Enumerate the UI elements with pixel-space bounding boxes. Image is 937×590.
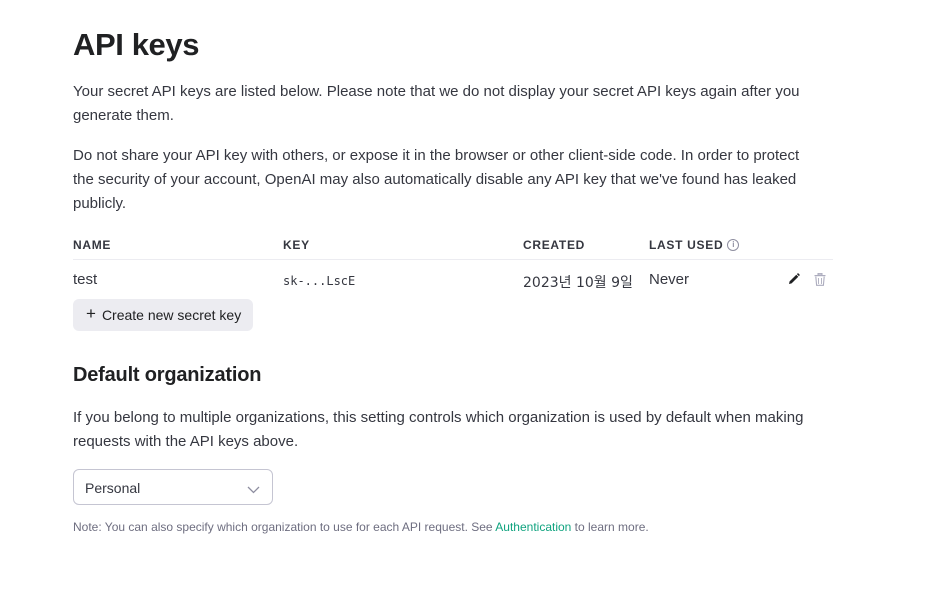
chevron-down-icon [247, 481, 260, 499]
key-created-date: 2023년 10월 9일 [523, 275, 633, 291]
pencil-icon[interactable] [787, 272, 801, 286]
info-icon[interactable]: i [727, 239, 740, 251]
organization-note: Note: You can also specify which organiz… [73, 520, 649, 534]
column-header-last-used: LAST USED i [649, 238, 740, 252]
row-actions [787, 272, 827, 286]
security-paragraph: Do not share your API key with others, o… [73, 147, 800, 212]
table-header: NAME KEY CREATED LAST USED i [73, 232, 833, 260]
create-secret-key-button[interactable]: + Create new secret key [73, 299, 254, 331]
column-header-name: NAME [73, 238, 112, 252]
column-header-key: KEY [283, 238, 310, 252]
key-last-used: Never [649, 271, 690, 288]
plus-icon: + [86, 303, 96, 323]
column-header-created: CREATED [523, 238, 586, 252]
key-value: sk-...LscE [283, 274, 356, 288]
default-organization-title: Default organization [73, 364, 262, 386]
authentication-link[interactable]: Authentication [495, 520, 571, 534]
default-organization-description: If you belong to multiple organizations,… [73, 409, 804, 450]
note-suffix: to learn more. [571, 520, 649, 534]
organization-select[interactable]: Personal [73, 469, 273, 505]
trash-icon[interactable] [813, 272, 827, 286]
intro-paragraph: Your secret API keys are listed below. P… [73, 83, 800, 124]
organization-select-value: Personal [85, 480, 141, 496]
page-title: API keys [73, 27, 200, 62]
note-prefix: Note: You can also specify which organiz… [73, 520, 496, 534]
api-keys-table: NAME KEY CREATED LAST USED i test sk-...… [73, 232, 833, 300]
create-secret-key-label: Create new secret key [101, 307, 242, 323]
column-header-last-used-label: LAST USED [649, 238, 724, 252]
key-name: test [73, 271, 98, 288]
table-row: test sk-...LscE 2023년 10월 9일 Never [73, 260, 833, 300]
